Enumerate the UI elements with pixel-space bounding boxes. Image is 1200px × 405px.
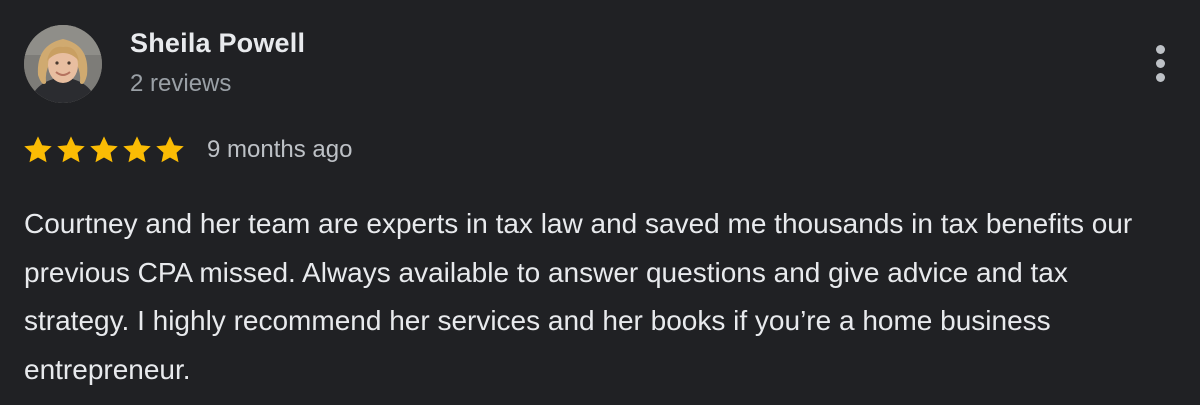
more-vert-icon (1155, 44, 1165, 54)
more-vert-icon-dot (1155, 72, 1165, 82)
star-icon (154, 134, 186, 166)
star-rating (22, 133, 187, 167)
reviewer-review-count: 2 reviews (130, 70, 232, 97)
star-icon (55, 134, 87, 166)
review-text: Courtney and her team are experts in tax… (24, 208, 1133, 385)
more-vert-icon-dot (1155, 58, 1165, 68)
review-date: 9 months ago (207, 136, 353, 163)
star-icon (22, 134, 54, 166)
avatar[interactable] (24, 25, 102, 103)
reviewer-name[interactable]: Sheila Powell (130, 28, 305, 59)
star-icon (121, 134, 153, 166)
star-icon (88, 134, 120, 166)
more-options-button[interactable] (1145, 40, 1175, 86)
review-card: Sheila Powell 2 reviews 9 months ago Cou… (0, 0, 1200, 405)
